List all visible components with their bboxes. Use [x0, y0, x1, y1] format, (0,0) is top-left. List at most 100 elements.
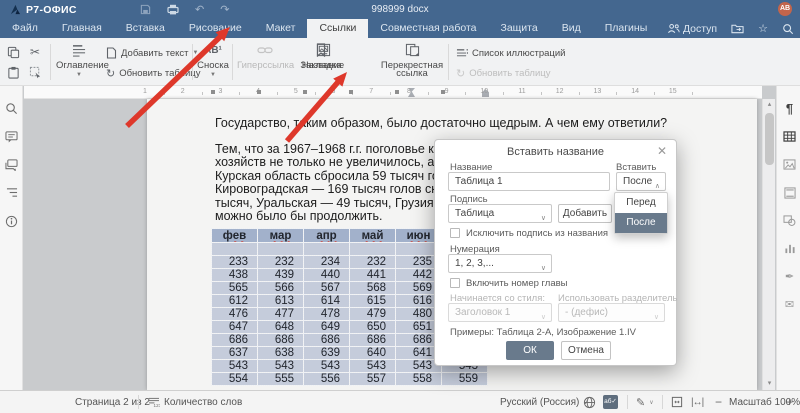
spell-check-toggle[interactable]: аб✓ [603, 391, 618, 413]
table-cell[interactable]: 543 [212, 359, 258, 372]
table-header-cell[interactable]: май [350, 229, 396, 243]
ok-button[interactable]: ОК [506, 341, 554, 360]
table-cell[interactable]: 615 [350, 294, 396, 307]
scroll-up-icon[interactable]: ▴ [763, 99, 776, 111]
access-button[interactable]: Доступ [667, 23, 717, 35]
table-cell[interactable]: 686 [258, 333, 304, 346]
table-cell[interactable] [350, 243, 396, 256]
table-cell[interactable]: 478 [304, 307, 350, 320]
table-cell[interactable]: 648 [258, 320, 304, 333]
table-cell[interactable]: 234 [304, 255, 350, 268]
insert-option-После[interactable]: После [615, 213, 667, 233]
favorite-star-icon[interactable]: ☆ [758, 22, 768, 35]
close-icon[interactable]: ✕ [657, 144, 667, 158]
tab-Ссылки[interactable]: Ссылки [307, 19, 368, 38]
ruler-column-marker[interactable] [395, 90, 399, 94]
zoom-out-button[interactable]: − [715, 391, 722, 413]
ruler-column-marker[interactable] [211, 90, 215, 94]
caption-button[interactable]: Название [300, 41, 346, 71]
mail-merge-icon[interactable]: ✉ [781, 296, 798, 313]
select-all-icon[interactable] [27, 64, 43, 80]
table-cell[interactable]: 556 [304, 372, 350, 385]
add-text-button[interactable]: Добавить текст ▼ [106, 45, 198, 61]
search-icon[interactable] [3, 100, 20, 117]
table-cell[interactable]: 440 [304, 268, 350, 281]
numbering-select[interactable]: 1, 2, 3,...∨ [448, 254, 552, 273]
ruler-column-marker[interactable] [257, 90, 261, 94]
table-cell[interactable]: 232 [350, 255, 396, 268]
insert-select[interactable]: После∧ [616, 172, 666, 191]
table-cell[interactable]: 477 [258, 307, 304, 320]
ruler-column-marker[interactable] [349, 90, 353, 94]
chart-settings-icon[interactable] [781, 240, 798, 257]
caption-select[interactable]: Таблица∨ [448, 204, 552, 223]
table-cell[interactable]: 476 [212, 307, 258, 320]
table-cell[interactable]: 640 [350, 346, 396, 359]
tab-Вставка[interactable]: Вставка [114, 19, 177, 38]
cancel-button[interactable]: Отмена [561, 341, 611, 360]
vertical-scrollbar[interactable]: ▴ ▾ [762, 99, 775, 390]
table-cell[interactable]: 614 [304, 294, 350, 307]
table-cell[interactable]: 647 [212, 320, 258, 333]
comments-icon[interactable] [3, 128, 20, 145]
table-cell[interactable]: 638 [258, 346, 304, 359]
table-cell[interactable] [304, 243, 350, 256]
language-selector[interactable]: Русский (Россия)∨ [500, 391, 588, 413]
table-cell[interactable]: 479 [350, 307, 396, 320]
table-cell[interactable]: 612 [212, 294, 258, 307]
table-cell[interactable]: 686 [350, 333, 396, 346]
refresh-toc-button[interactable]: ↻ Обновить таблицу [106, 65, 200, 81]
name-input[interactable]: Таблица 1 [448, 172, 610, 191]
table-cell[interactable]: 686 [304, 333, 350, 346]
tab-Защита[interactable]: Защита [488, 19, 549, 38]
scrollbar-thumb[interactable] [765, 113, 774, 165]
table-cell[interactable]: 649 [304, 320, 350, 333]
table-cell[interactable]: 559 [442, 372, 488, 385]
paragraph-settings-icon[interactable]: ¶ [781, 100, 798, 117]
header-footer-settings-icon[interactable] [781, 184, 798, 201]
exclude-label-checkbox[interactable] [450, 228, 460, 238]
textart-settings-icon[interactable]: ✒ [781, 268, 798, 285]
tab-Плагины[interactable]: Плагины [593, 19, 660, 38]
table-cell[interactable]: 441 [350, 268, 396, 281]
table-settings-icon[interactable] [781, 128, 798, 145]
table-cell[interactable]: 650 [350, 320, 396, 333]
table-cell[interactable]: 555 [258, 372, 304, 385]
shape-settings-icon[interactable] [781, 212, 798, 229]
table-cell[interactable]: 558 [396, 372, 442, 385]
avatar[interactable]: AB [778, 2, 792, 16]
search-icon[interactable] [782, 23, 794, 35]
tab-Макет[interactable]: Макет [254, 19, 308, 38]
open-file-location-icon[interactable] [731, 23, 744, 34]
ruler-column-marker[interactable] [441, 90, 445, 94]
tab-Вид[interactable]: Вид [550, 19, 593, 38]
table-header-cell[interactable]: фев [212, 229, 258, 243]
table-cell[interactable]: 686 [212, 333, 258, 346]
tab-Файл[interactable]: Файл [0, 19, 50, 38]
figures-list-button[interactable]: Список иллюстраций [456, 45, 566, 61]
table-cell[interactable]: 543 [304, 359, 350, 372]
table-header-cell[interactable]: апр [304, 229, 350, 243]
chat-icon[interactable] [3, 156, 20, 173]
table-cell[interactable] [212, 243, 258, 256]
table-cell[interactable]: 613 [258, 294, 304, 307]
table-cell[interactable]: 568 [350, 281, 396, 294]
cross-reference-button[interactable]: Перекрестная ссылка [380, 41, 444, 82]
include-chapter-checkbox[interactable] [450, 278, 460, 288]
navigation-icon[interactable] [3, 184, 20, 201]
paste-icon[interactable] [5, 64, 21, 80]
table-cell[interactable]: 554 [212, 372, 258, 385]
table-cell[interactable]: 637 [212, 346, 258, 359]
about-info-icon[interactable] [3, 213, 20, 230]
table-cell[interactable]: 567 [304, 281, 350, 294]
table-cell[interactable]: 557 [350, 372, 396, 385]
fit-width-icon[interactable]: |↔| [691, 391, 703, 413]
track-changes-icon[interactable]: ✎∨ [636, 391, 654, 413]
image-settings-icon[interactable] [781, 156, 798, 173]
add-label-button[interactable]: Добавить [558, 204, 612, 223]
tab-Совместная работа[interactable]: Совместная работа [368, 19, 488, 38]
copy-icon[interactable] [5, 44, 21, 60]
ruler-column-marker[interactable] [303, 90, 307, 94]
table-cell[interactable]: 543 [258, 359, 304, 372]
word-count-button[interactable]: 123 Количество слов [148, 391, 242, 413]
